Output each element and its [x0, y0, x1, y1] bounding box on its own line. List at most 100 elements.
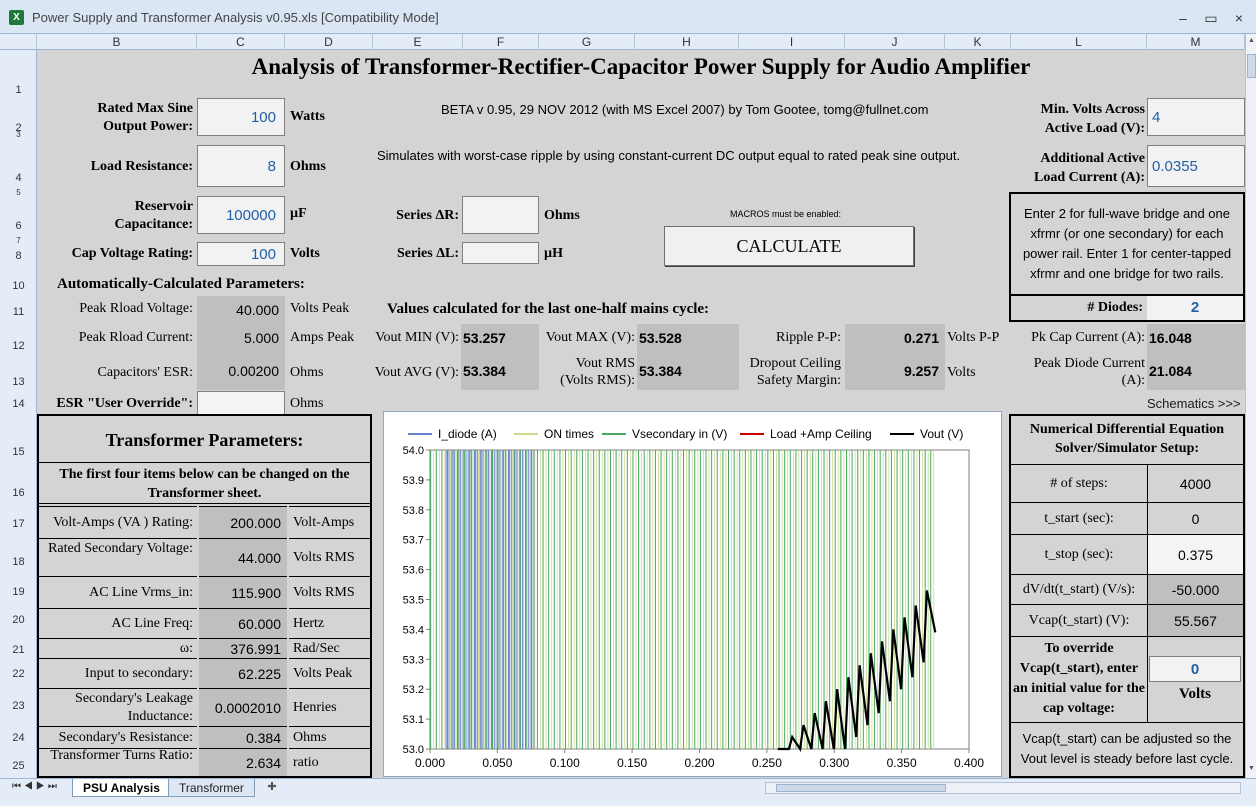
- dropout-label: Dropout Ceiling Safety Margin:: [749, 356, 841, 388]
- esr-override-input[interactable]: [197, 391, 285, 415]
- column-header[interactable]: G: [539, 34, 635, 50]
- vmax-value: 53.528: [637, 324, 739, 352]
- load-unit: Ohms: [290, 159, 326, 174]
- row-header[interactable]: 19: [0, 586, 37, 598]
- column-header[interactable]: K: [945, 34, 1011, 50]
- row-header[interactable]: 11: [0, 306, 37, 318]
- row-header[interactable]: 6: [0, 220, 37, 232]
- vertical-scroll-thumb[interactable]: [1247, 54, 1256, 78]
- legend-label: I_diode (A): [438, 427, 497, 441]
- x-tick-label: 0.100: [550, 756, 580, 770]
- transformer-row-label: Secondary's Resistance:: [39, 726, 197, 748]
- additional-current-label: Additional Active Load Current (A):: [1034, 151, 1145, 185]
- series-r-input[interactable]: [462, 196, 539, 234]
- select-all-corner[interactable]: [0, 34, 37, 50]
- row-header[interactable]: 8: [0, 250, 37, 262]
- x-tick-label: 0.050: [482, 756, 512, 770]
- series-l-input[interactable]: [462, 242, 539, 264]
- tab-psu-analysis[interactable]: PSU Analysis: [72, 779, 171, 797]
- x-tick-label: 0.150: [617, 756, 647, 770]
- t-stop-input[interactable]: 0.375: [1147, 534, 1243, 574]
- transformer-row-unit: ratio: [289, 748, 370, 776]
- schematics-link[interactable]: Schematics >>>: [1147, 396, 1241, 411]
- column-header[interactable]: D: [285, 34, 373, 50]
- transformer-row-value: 44.000: [199, 538, 287, 576]
- column-header[interactable]: B: [37, 34, 197, 50]
- solver-panel: Numerical Differential Equation Solver/S…: [1009, 414, 1245, 778]
- row-header[interactable]: 7: [0, 236, 37, 245]
- row-header[interactable]: 13: [0, 376, 37, 388]
- transformer-row-value: 0.0002010: [199, 688, 287, 726]
- column-headers: B C D E F G H I J K L M: [0, 34, 1256, 50]
- row-header[interactable]: 16: [0, 487, 37, 499]
- tab-transformer[interactable]: Transformer: [168, 779, 255, 797]
- row-header[interactable]: 20: [0, 614, 37, 626]
- restore-icon[interactable]: ▭: [1198, 8, 1224, 28]
- row-headers: 1 2 3 4 5 6 7 8 10 11 12 13 14 15 16 17 …: [0, 50, 37, 778]
- vertical-scrollbar[interactable]: ▲ ▼: [1245, 34, 1256, 778]
- esr-override-unit: Ohms: [290, 396, 324, 411]
- column-header[interactable]: F: [463, 34, 539, 50]
- peak-i-label: Peak Rload Current:: [78, 330, 193, 345]
- transformer-row-unit: Volts Peak: [289, 658, 370, 688]
- horizontal-scroll-thumb[interactable]: [776, 784, 946, 792]
- row-header[interactable]: 10: [0, 280, 37, 292]
- scroll-up-icon[interactable]: ▲: [1247, 36, 1256, 46]
- cap-voltage-input[interactable]: 100: [197, 242, 285, 266]
- row-header[interactable]: 25: [0, 760, 37, 772]
- cap-voltage-label: Cap Voltage Rating:: [71, 246, 193, 261]
- load-input[interactable]: 8: [197, 145, 285, 187]
- row-header[interactable]: 1: [0, 84, 37, 96]
- row-header[interactable]: 18: [0, 556, 37, 568]
- row-header[interactable]: 3: [0, 130, 37, 139]
- row-header[interactable]: 23: [0, 700, 37, 712]
- column-header[interactable]: I: [739, 34, 845, 50]
- steps-input[interactable]: 4000: [1147, 464, 1243, 502]
- row-header[interactable]: 21: [0, 644, 37, 656]
- capacitance-label: Reservoir Capacitance:: [114, 199, 193, 232]
- ripple-unit: Volts P-P: [947, 330, 1000, 345]
- minimize-icon[interactable]: –: [1170, 8, 1196, 28]
- tab-nav-icons[interactable]: ⏮◀▶⏭: [12, 781, 60, 792]
- row-header[interactable]: 15: [0, 446, 37, 458]
- row-header[interactable]: 24: [0, 732, 37, 744]
- row-header[interactable]: 14: [0, 398, 37, 410]
- row-header[interactable]: 5: [0, 188, 37, 197]
- transformer-row-unit: Ohms: [289, 726, 370, 748]
- dropout-unit: Volts: [947, 365, 976, 380]
- transformer-header: Transformer Parameters:: [105, 430, 304, 450]
- row-header[interactable]: 12: [0, 340, 37, 352]
- simulation-chart[interactable]: 53.0 53.1 53.2 53.3 53.4 53.5 53.6 53.7 53.8 53.9…: [383, 411, 1002, 777]
- transformer-row-label: AC Line Vrms_in:: [39, 576, 197, 608]
- row-header[interactable]: 17: [0, 518, 37, 530]
- row-header[interactable]: 4: [0, 172, 37, 184]
- additional-current-input[interactable]: 0.0355: [1147, 145, 1245, 187]
- cap-voltage-unit: Volts: [290, 246, 320, 261]
- override-input[interactable]: 0: [1149, 656, 1241, 682]
- capacitance-input[interactable]: 100000: [197, 196, 285, 234]
- sheet-title: Analysis of Transformer-Rectifier-Capaci…: [251, 54, 1031, 79]
- column-header[interactable]: E: [373, 34, 463, 50]
- scroll-down-icon[interactable]: ▼: [1247, 764, 1256, 774]
- series-l-label: Series ΔL:: [396, 246, 459, 261]
- calculate-button[interactable]: CALCULATE: [664, 226, 914, 266]
- horizontal-scrollbar[interactable]: [765, 782, 1241, 794]
- row-header[interactable]: 22: [0, 668, 37, 680]
- t-start-input[interactable]: 0: [1147, 502, 1243, 534]
- column-header[interactable]: J: [845, 34, 945, 50]
- diodes-input[interactable]: 2: [1147, 296, 1243, 320]
- vavg-label: Vout AVG (V):: [374, 365, 459, 380]
- insert-sheet-icon[interactable]: ✚: [262, 780, 282, 796]
- x-tick-label: 0.350: [887, 756, 917, 770]
- transformer-row-unit: Hertz: [289, 608, 370, 638]
- min-volts-input[interactable]: 4: [1147, 98, 1245, 136]
- excel-app-icon[interactable]: X: [9, 10, 24, 25]
- column-header[interactable]: M: [1147, 34, 1245, 50]
- vrms-value: 53.384: [637, 352, 739, 390]
- column-header[interactable]: L: [1011, 34, 1147, 50]
- close-icon[interactable]: ×: [1226, 8, 1252, 28]
- column-header[interactable]: C: [197, 34, 285, 50]
- legend-label: ON times: [544, 427, 594, 441]
- column-header[interactable]: H: [635, 34, 739, 50]
- power-input[interactable]: 100: [197, 98, 285, 136]
